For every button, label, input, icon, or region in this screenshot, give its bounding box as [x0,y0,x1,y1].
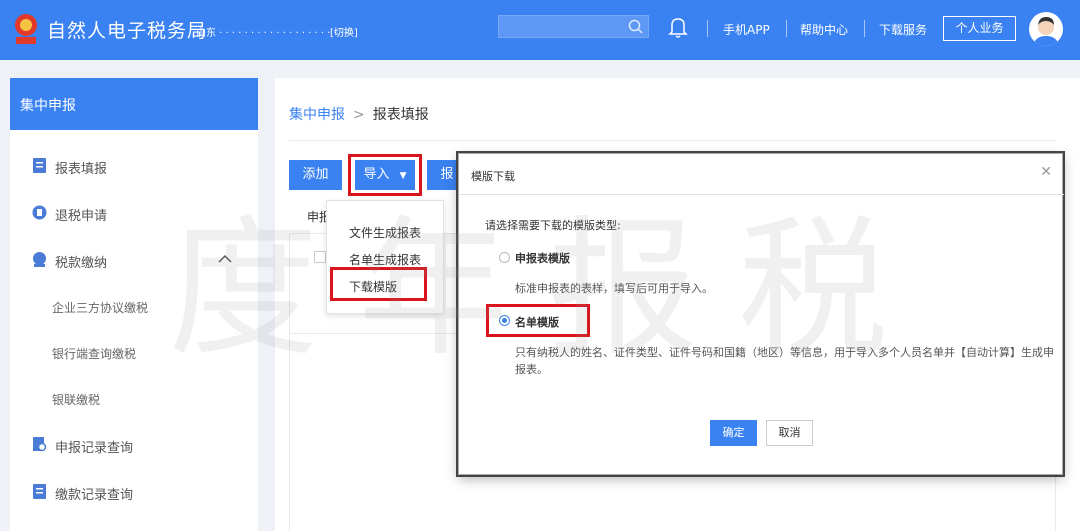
template-download-dialog: 模版下载 ✕ 请选择需要下载的模版类型: 申报表模版 标准申报表的表样，填写后可… [458,153,1064,475]
user-avatar[interactable] [1029,12,1063,46]
chevron-up-icon[interactable] [217,253,233,265]
header-divider [786,20,787,37]
top-header: 自然人电子税务局 山东 · · · · · · · · · · · · · · … [0,0,1080,60]
sidebar-item-payment-records[interactable]: 缴款记录查询 [10,477,258,507]
highlight-box [330,267,427,301]
row-checkbox[interactable] [314,251,326,263]
import-dropdown-menu: 文件生成报表 名单生成报表 下载模版 [326,200,444,314]
option-description: 标准申报表的表样，填写后可用于导入。 [515,282,713,295]
sidebar-item-report-fill[interactable]: 报表填报 [10,151,258,181]
sidebar-item-label: 退税申请 [55,209,108,224]
sidebar-heading[interactable]: 集中申报 [10,78,258,130]
sidebar-item-label: 申报记录查询 [55,441,134,456]
highlight-box [486,304,590,337]
confirm-button[interactable]: 确定 [710,420,757,446]
divider [289,140,1056,141]
payment-record-icon [33,484,46,499]
breadcrumb: 集中申报 > 报表填报 [289,104,429,124]
download-service-link[interactable]: 下载服务 [879,21,927,38]
mobile-app-link[interactable]: 手机APP [723,21,770,38]
sidebar-item-refund[interactable]: 退税申请 [10,198,258,228]
option-description: 报表。 [515,363,548,376]
personal-business-button[interactable]: 个人业务 [943,16,1016,41]
payment-icon [33,252,46,267]
highlight-box [348,154,422,196]
search-input[interactable] [498,15,649,38]
sidebar-subitem-tripartite[interactable]: 企业三方协议缴税 [52,299,148,316]
dialog-prompt: 请选择需要下载的模版类型: [485,219,621,232]
header-divider [707,20,708,37]
breadcrumb-current: 报表填报 [372,107,429,123]
sidebar-subitem-bank-query[interactable]: 银行端查询缴税 [52,345,136,362]
sidebar-item-label: 报表填报 [55,162,108,177]
cancel-button[interactable]: 取消 [766,420,813,446]
notification-bell-icon[interactable] [668,16,688,38]
sidebar: 集中申报 报表填报 退税申请 税款缴纳 企业三方协议缴税 银行端查询缴税 银联缴… [10,78,258,531]
site-title: 自然人电子税务局 [47,20,208,42]
search-icon[interactable] [628,19,643,34]
tax-emblem-icon [15,14,37,44]
close-icon[interactable]: ✕ [1040,164,1052,180]
divider [459,194,1064,195]
option-label[interactable]: 申报表模版 [515,250,570,266]
breadcrumb-link[interactable]: 集中申报 [289,107,345,123]
form-icon [33,158,46,173]
add-button[interactable]: 添加 [289,160,342,190]
dialog-title: 模版下载 [471,170,515,183]
region-label: 山东 · · · · · · · · · · · · · · · · · · ·… [196,28,350,39]
sidebar-item-tax-payment[interactable]: 税款缴纳 [10,245,258,275]
sidebar-item-label: 缴款记录查询 [55,488,134,503]
sidebar-item-declare-records[interactable]: 申报记录查询 [10,430,258,460]
avatar-icon [1033,17,1059,46]
breadcrumb-separator-icon: > [353,107,365,123]
help-center-link[interactable]: 帮助中心 [800,21,848,38]
sidebar-item-label: 税款缴纳 [55,256,108,271]
header-divider [864,20,865,37]
menu-item-file-generate[interactable]: 文件生成报表 [349,224,421,241]
switch-region-link[interactable]: [切换] [330,24,358,39]
radio-declaration-template[interactable] [499,252,510,263]
option-description: 只有纳税人的姓名、证件类型、证件号码和国籍（地区）等信息，用于导入多个人员名单并… [515,346,1054,359]
menu-item-list-generate[interactable]: 名单生成报表 [349,251,421,268]
record-search-icon [33,437,47,452]
refund-icon [32,205,47,220]
sidebar-subitem-unionpay[interactable]: 银联缴税 [52,391,100,408]
